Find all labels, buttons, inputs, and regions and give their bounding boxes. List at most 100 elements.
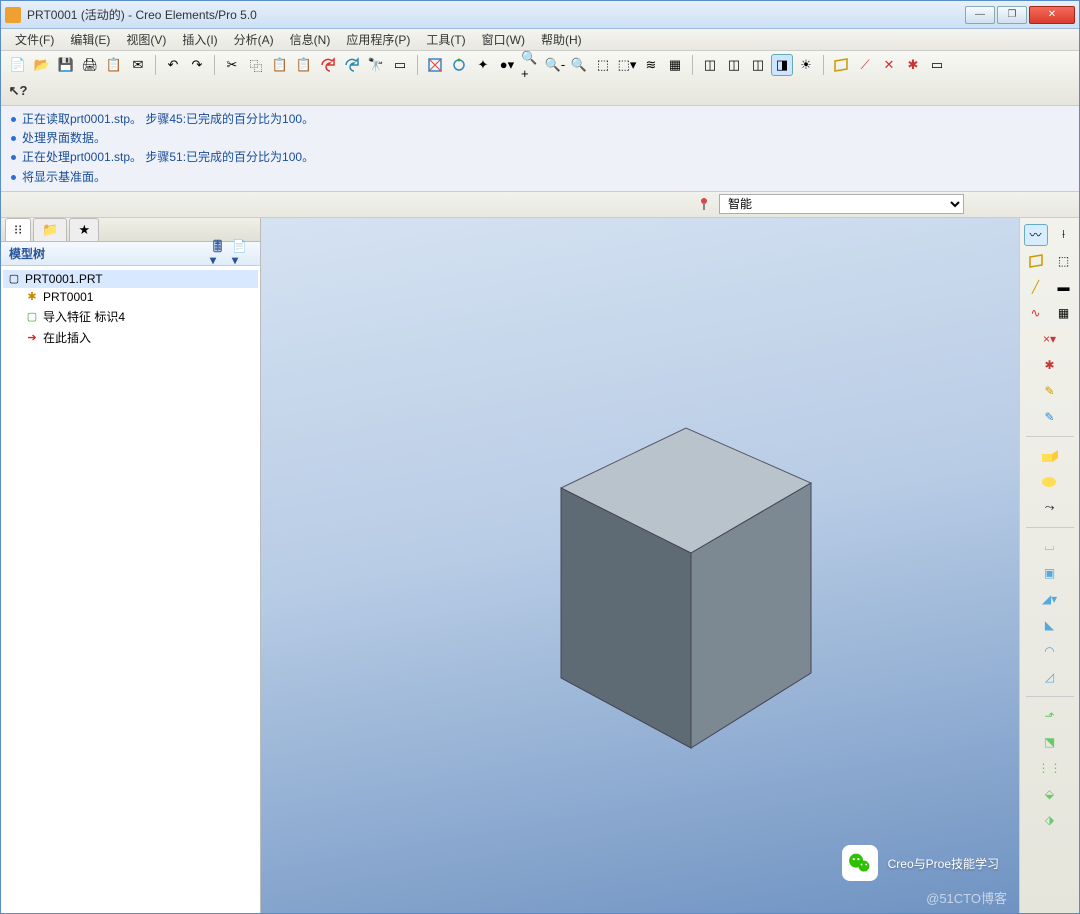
enhance-icon[interactable]: ☀ [795, 54, 817, 76]
layers-icon[interactable]: ≋ [640, 54, 662, 76]
filter-select[interactable]: 智能 [719, 194, 964, 214]
menu-help[interactable]: 帮助(H) [533, 29, 590, 50]
open-icon[interactable]: 📂 [31, 54, 53, 76]
saved-view-icon[interactable]: ⬚▾ [616, 54, 638, 76]
save-icon[interactable]: 💾 [55, 54, 77, 76]
annot-icon[interactable]: ▭ [926, 54, 948, 76]
plane-icon[interactable] [830, 54, 852, 76]
plane-tool-icon[interactable] [1024, 250, 1048, 272]
maximize-button[interactable]: ❐ [997, 6, 1027, 24]
axis-tool-icon[interactable]: ╱ [1024, 276, 1048, 298]
help-icon[interactable]: ↖? [7, 80, 29, 102]
rib-icon[interactable]: ◢▾ [1038, 588, 1062, 610]
cut-icon[interactable]: ✂ [221, 54, 243, 76]
offset-icon[interactable]: ⬚ [1052, 250, 1076, 272]
show-icon[interactable]: 📄▾ [232, 244, 252, 262]
copy2-icon[interactable]: ⿻ [245, 54, 267, 76]
print-icon[interactable]: 🖨 [79, 54, 101, 76]
revolve-icon[interactable] [1038, 471, 1062, 493]
spin-icon[interactable] [448, 54, 470, 76]
tree-root[interactable]: ▢ PRT0001.PRT [3, 270, 258, 288]
point-tool-icon[interactable]: ×▾ [1038, 328, 1062, 350]
menu-window[interactable]: 窗口(W) [474, 29, 533, 50]
titlebar[interactable]: PRT0001 (活动的) - Creo Elements/Pro 5.0 — … [1, 1, 1079, 29]
tree-node[interactable]: ▢ 导入特征 标识4 [3, 306, 258, 327]
shell-icon[interactable]: ▣ [1038, 562, 1062, 584]
tree-node[interactable]: ✱ PRT0001 [3, 288, 258, 306]
paste2-icon[interactable]: 📋 [293, 54, 315, 76]
menu-info[interactable]: 信息(N) [282, 29, 339, 50]
grid-icon[interactable]: ▦ [1052, 302, 1076, 324]
panel-header: 模型树 🎚▾ 📄▾ [1, 242, 260, 266]
curve-icon[interactable]: ∿ [1024, 302, 1048, 324]
separator [1026, 696, 1074, 697]
mail-icon[interactable]: ✉ [127, 54, 149, 76]
hidden-icon[interactable]: ◫ [723, 54, 745, 76]
settings-icon[interactable]: 🎚▾ [210, 244, 230, 262]
sweep-icon[interactable]: ⤳ [1038, 497, 1062, 519]
thicken-icon[interactable]: ▬ [1052, 276, 1076, 298]
trim-icon[interactable]: ⬔ [1038, 731, 1062, 753]
chamfer-icon[interactable]: ◿ [1038, 666, 1062, 688]
select-icon[interactable]: ▭ [389, 54, 411, 76]
new-icon[interactable]: 📄 [7, 54, 29, 76]
boundary-icon[interactable]: ⬗ [1038, 809, 1062, 831]
tab-favorites[interactable]: ★ [69, 218, 99, 241]
menu-file[interactable]: 文件(F) [7, 29, 62, 50]
tab-folder[interactable]: 📁 [33, 218, 67, 241]
orient-icon[interactable]: ⬚ [592, 54, 614, 76]
csys-tool-icon[interactable]: ✱ [1038, 354, 1062, 376]
menu-view[interactable]: 视图(V) [118, 29, 174, 50]
extend-icon[interactable]: ⬏ [1038, 705, 1062, 727]
tree-label: PRT0001 [43, 290, 93, 304]
sketch-icon[interactable]: ✎ [1038, 380, 1062, 402]
sketch-line-icon[interactable]: 〰 [1024, 224, 1048, 246]
find-icon[interactable]: 🔭 [365, 54, 387, 76]
cube-model[interactable] [531, 388, 831, 758]
merge-icon[interactable]: ⬙ [1038, 783, 1062, 805]
paste-icon[interactable]: 📋 [269, 54, 291, 76]
watermark: Creo与Proe技能学习 [842, 845, 999, 881]
bullet-icon [11, 175, 16, 180]
refit-icon[interactable]: 🔍 [568, 54, 590, 76]
appearance-icon[interactable]: ●▾ [496, 54, 518, 76]
minimize-button[interactable]: — [965, 6, 995, 24]
view-mgr-icon[interactable]: ▦ [664, 54, 686, 76]
tab-model-tree[interactable]: ⁝⁝ [5, 218, 31, 241]
graphics-viewport[interactable]: Creo与Proe技能学习 @51CTO博客 [261, 218, 1019, 913]
menu-tools[interactable]: 工具(T) [418, 29, 473, 50]
shade-icon[interactable]: ◨ [771, 54, 793, 76]
center-icon[interactable]: ✦ [472, 54, 494, 76]
wireframe-icon[interactable]: ◫ [699, 54, 721, 76]
copy-icon[interactable]: 📋 [103, 54, 125, 76]
tree-node[interactable]: ➔ 在此插入 [3, 327, 258, 348]
model-tree[interactable]: ▢ PRT0001.PRT ✱ PRT0001 ▢ 导入特征 标识4 ➔ 在此插… [1, 266, 260, 913]
round-icon[interactable]: ◠ [1038, 640, 1062, 662]
menu-edit[interactable]: 编辑(E) [62, 29, 118, 50]
hole-icon[interactable]: ⌴ [1038, 536, 1062, 558]
nav-tabs: ⁝⁝ 📁 ★ [1, 218, 260, 242]
regen-icon[interactable] [317, 54, 339, 76]
axis-icon[interactable]: ⟋ [854, 54, 876, 76]
pattern-icon[interactable]: ⋮⋮ [1038, 757, 1062, 779]
csys-icon[interactable]: ✱ [902, 54, 924, 76]
mirror-icon[interactable]: ⟊ [1052, 224, 1076, 246]
zoomout-icon[interactable]: 🔍- [544, 54, 566, 76]
extrude-icon[interactable] [1038, 445, 1062, 467]
zoomin-icon[interactable]: 🔍+ [520, 54, 542, 76]
regen2-icon[interactable] [341, 54, 363, 76]
separator [214, 55, 215, 75]
draft-icon[interactable]: ◣ [1038, 614, 1062, 636]
pin-icon[interactable] [699, 197, 709, 211]
nohidden-icon[interactable]: ◫ [747, 54, 769, 76]
message-text: 将显示基准面。 [22, 168, 106, 187]
menu-app[interactable]: 应用程序(P) [338, 29, 418, 50]
layer-icon[interactable] [424, 54, 446, 76]
undo-icon[interactable]: ↶ [162, 54, 184, 76]
style-icon[interactable]: ✎ [1038, 406, 1062, 428]
close-button[interactable]: ✕ [1029, 6, 1075, 24]
menu-insert[interactable]: 插入(I) [174, 29, 225, 50]
redo-icon[interactable]: ↷ [186, 54, 208, 76]
point-icon[interactable]: ✕ [878, 54, 900, 76]
menu-analysis[interactable]: 分析(A) [226, 29, 282, 50]
